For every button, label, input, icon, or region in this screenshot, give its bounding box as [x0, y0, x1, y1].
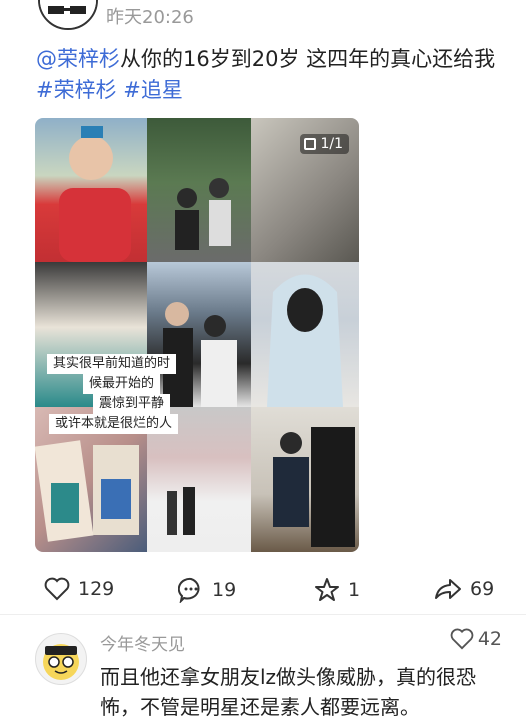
- image-caption-line: 震惊到平静: [93, 394, 171, 414]
- photo-hallway: 1/1: [251, 118, 359, 262]
- photo-couple-masks: [147, 262, 251, 407]
- comment-author-name[interactable]: 今年冬天见: [100, 630, 185, 655]
- post-text: @荣梓杉从你的16岁到20岁 这四年的真心还给我#荣梓杉 #追星: [36, 44, 506, 106]
- share-button[interactable]: 69: [434, 577, 494, 601]
- comment-like-button[interactable]: 42: [450, 628, 502, 650]
- like-count: 129: [78, 578, 115, 600]
- hashtag-link[interactable]: #荣梓杉: [36, 78, 117, 102]
- image-caption-line: 其实很早前知道的时: [47, 354, 177, 374]
- favorite-button[interactable]: 1: [314, 577, 360, 603]
- section-divider: [0, 614, 526, 615]
- share-count: 69: [470, 578, 495, 600]
- post-author-avatar[interactable]: [38, 0, 98, 30]
- comment-count: 19: [212, 579, 237, 601]
- photo-hoodie: [251, 262, 359, 407]
- like-button[interactable]: 129: [44, 577, 114, 601]
- person-figure: [59, 126, 131, 262]
- post-actions-bar: 129 19 1 69: [0, 573, 526, 609]
- person-figure: [267, 274, 343, 407]
- comment-author-avatar[interactable]: [35, 633, 87, 685]
- image-caption-line: 或许本就是很烂的人: [49, 414, 179, 434]
- comment-like-count: 42: [477, 628, 502, 650]
- share-arrow-icon: [435, 579, 461, 599]
- gallery-icon: [304, 138, 317, 150]
- people-figures: [163, 302, 237, 407]
- comment-text: 而且他还拿女朋友lz做头像威胁，真的很恐怖，不管是明星还是素人都要远离。: [100, 665, 477, 719]
- comment-icon: [178, 577, 200, 603]
- people-figures: [175, 178, 231, 250]
- post-time: 昨天20:26: [106, 7, 194, 28]
- hashtag-link[interactable]: #追星: [123, 78, 183, 102]
- comment-button[interactable]: 19: [178, 577, 236, 603]
- photo-park-couple: [147, 118, 251, 262]
- emoji-avatar-icon: [43, 644, 79, 680]
- photo-red-sweater: [35, 118, 147, 262]
- post-text-segment: 从你的16岁到20岁 这四年的真心还给我: [120, 47, 496, 71]
- heart-icon: [450, 628, 474, 650]
- heart-icon: [44, 577, 70, 601]
- star-icon: [315, 578, 339, 601]
- hashtag-link[interactable]: @荣梓杉: [36, 47, 120, 71]
- post-image-collage[interactable]: 1/1 其实很早前知道的时 候最开始的 震惊到平静 或许本就是很烂的人: [35, 118, 359, 552]
- image-counter: 1/1: [300, 134, 349, 154]
- cartoon-avatar-icon: [40, 0, 96, 28]
- image-caption-line: 候最开始的: [83, 374, 161, 394]
- photo-indoor: [251, 407, 359, 552]
- people-figures: [273, 427, 355, 547]
- favorite-count: 1: [348, 579, 361, 601]
